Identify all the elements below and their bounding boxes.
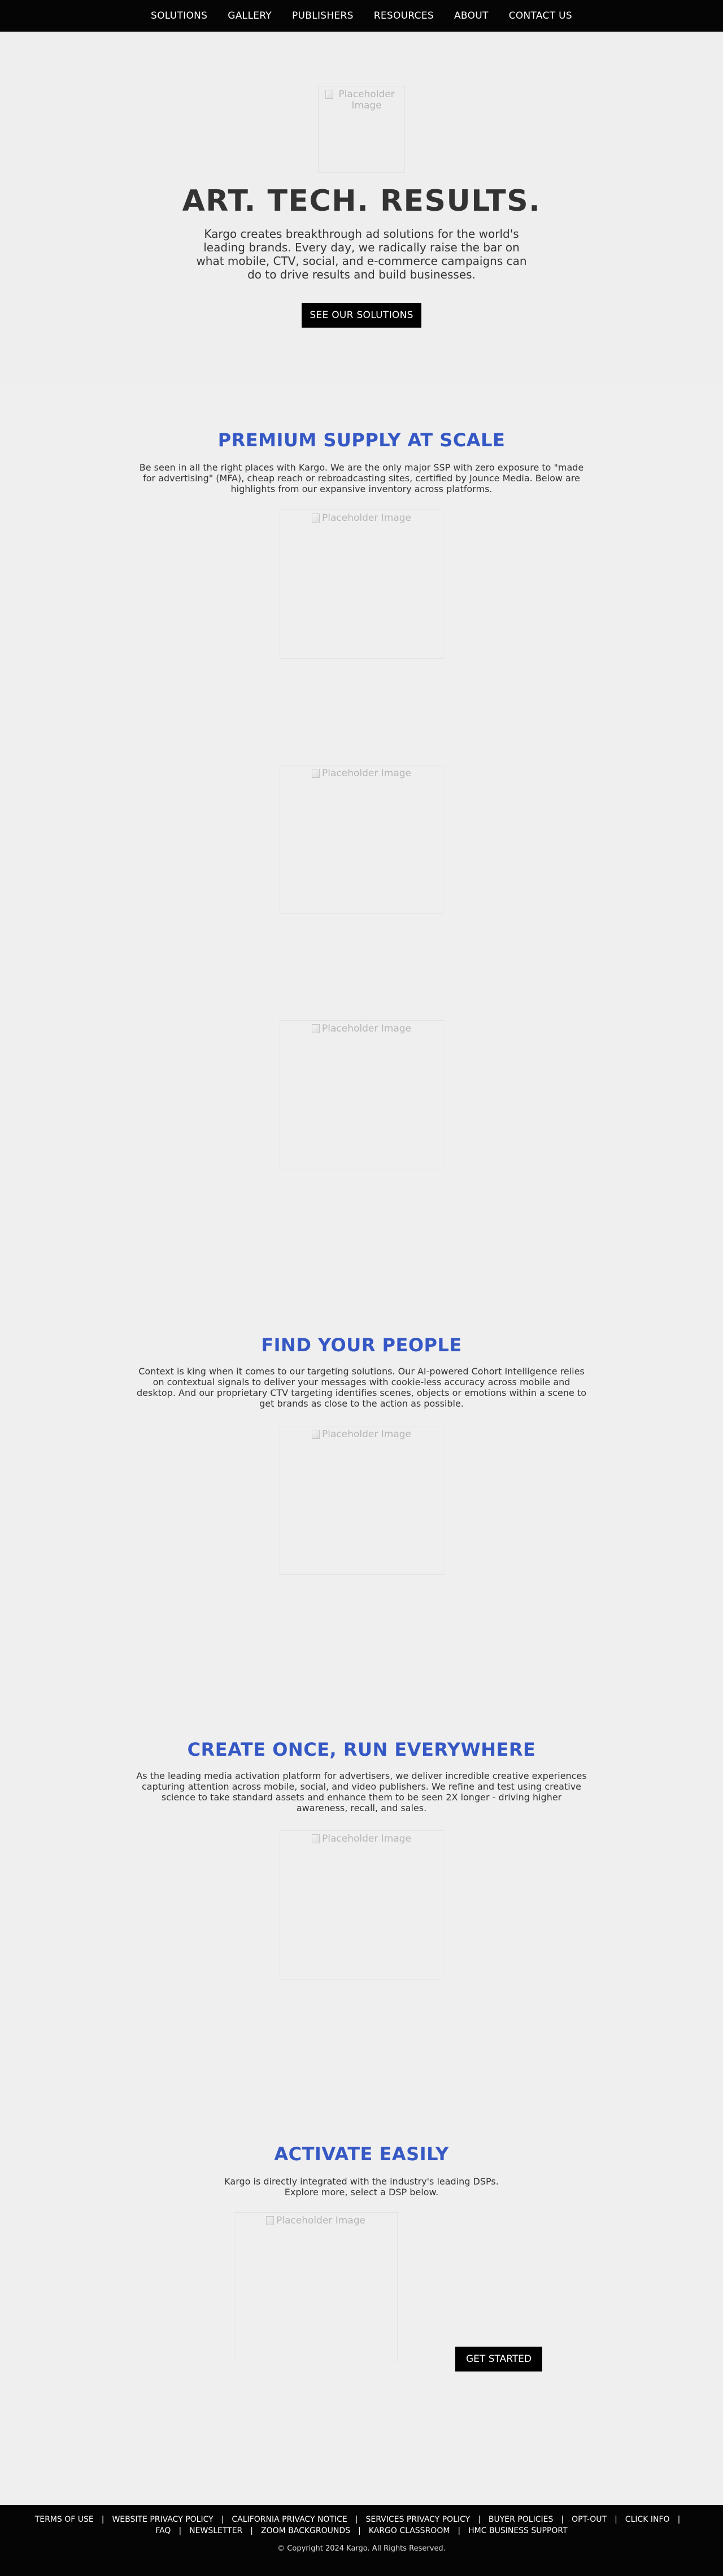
broken-image-icon — [312, 514, 320, 523]
footer-link-opt-out[interactable]: OPT-OUT — [572, 2515, 607, 2524]
find-your-people-image: Placeholder Image — [280, 1426, 443, 1575]
footer-link-hmc-business-support[interactable]: HMC BUSINESS SUPPORT — [468, 2526, 568, 2535]
premium-supply-image-3: Placeholder Image — [280, 1020, 443, 1169]
footer-link-click-info[interactable]: CLICK INFO — [625, 2515, 670, 2524]
placeholder-label: Placeholder Image — [322, 512, 411, 524]
footer: TERMS OF USE | WEBSITE PRIVACY POLICY | CA… — [0, 2505, 723, 2576]
footer-link-faq[interactable]: FAQ — [155, 2526, 171, 2535]
broken-image-icon — [325, 90, 333, 99]
nav-gallery[interactable]: GALLERY — [228, 10, 272, 21]
footer-separator: | — [615, 2515, 617, 2524]
nav-about[interactable]: ABOUT — [454, 10, 489, 21]
footer-link-services-privacy[interactable]: SERVICES PRIVACY POLICY — [365, 2515, 470, 2524]
footer-separator: | — [101, 2515, 104, 2524]
section-title-create-once: CREATE ONCE, RUN EVERYWHERE — [187, 1739, 536, 1760]
footer-separator: | — [478, 2515, 481, 2524]
footer-separator: | — [221, 2515, 224, 2524]
section-text-premium-supply: Be seen in all the right places with Kar… — [139, 462, 584, 494]
broken-image-icon — [312, 1024, 320, 1033]
hero-section: Placeholder Image ART. TECH. RESULTS. Ka… — [0, 32, 723, 384]
footer-links-row-1: TERMS OF USE | WEBSITE PRIVACY POLICY | CA… — [23, 2515, 700, 2524]
broken-image-icon — [312, 1834, 320, 1843]
footer-separator: | — [677, 2515, 681, 2524]
see-our-solutions-button[interactable]: SEE OUR SOLUTIONS — [302, 303, 421, 328]
premium-supply-image-1: Placeholder Image — [280, 510, 443, 659]
hero-text: Kargo creates breakthrough ad solutions … — [196, 227, 527, 281]
footer-links-row-2: FAQ | NEWSLETTER | ZOOM BACKGROUNDS | KARGO… — [23, 2526, 700, 2535]
broken-image-icon — [266, 2216, 274, 2225]
footer-link-buyer-policies[interactable]: BUYER POLICIES — [489, 2515, 553, 2524]
dsp-image-placeholder: Placeholder Image — [234, 2212, 398, 2361]
section-title-activate-easily: ACTIVATE EASILY — [274, 2143, 449, 2165]
section-text-activate-easily: Kargo is directly integrated with the in… — [224, 2176, 499, 2198]
hero-title: ART. TECH. RESULTS. — [182, 184, 541, 218]
placeholder-label: Placeholder Image — [276, 2215, 365, 2226]
copyright: © Copyright 2024 Kargo. All Rights Reser… — [277, 2544, 446, 2553]
broken-image-icon — [312, 1430, 320, 1439]
footer-link-website-privacy[interactable]: WEBSITE PRIVACY POLICY — [112, 2515, 213, 2524]
footer-link-terms[interactable]: TERMS OF USE — [35, 2515, 94, 2524]
get-started-button[interactable]: GET STARTED — [455, 2347, 542, 2372]
footer-separator: | — [178, 2526, 182, 2535]
nav-publishers[interactable]: PUBLISHERS — [292, 10, 354, 21]
footer-separator: | — [250, 2526, 253, 2535]
hero-image-placeholder: Placeholder Image — [318, 86, 405, 173]
footer-link-newsletter[interactable]: NEWSLETTER — [189, 2526, 242, 2535]
section-title-premium-supply: PREMIUM SUPPLY AT SCALE — [217, 429, 506, 451]
placeholder-label: Placeholder Image — [322, 768, 411, 779]
footer-separator: | — [561, 2515, 564, 2524]
nav-solutions[interactable]: SOLUTIONS — [151, 10, 207, 21]
placeholder-label: Placeholder Image — [322, 1023, 411, 1034]
footer-separator: | — [355, 2515, 358, 2524]
create-once-image: Placeholder Image — [280, 1830, 443, 1979]
premium-supply-image-2: Placeholder Image — [280, 765, 443, 914]
footer-separator: | — [458, 2526, 461, 2535]
placeholder-label: Placeholder Image — [322, 1429, 411, 1440]
footer-link-kargo-classroom[interactable]: KARGO CLASSROOM — [369, 2526, 450, 2535]
section-title-find-your-people: FIND YOUR PEOPLE — [261, 1334, 462, 1356]
top-nav: SOLUTIONS GALLERY PUBLISHERS RESOURCES A… — [0, 0, 723, 32]
footer-link-california-privacy[interactable]: CALIFORNIA PRIVACY NOTICE — [232, 2515, 347, 2524]
placeholder-label: Placeholder Image — [322, 1833, 411, 1844]
section-text-find-your-people: Context is king when it comes to our tar… — [137, 1366, 586, 1409]
nav-resources[interactable]: RESOURCES — [374, 10, 434, 21]
placeholder-label: Placeholder Image — [338, 89, 395, 111]
broken-image-icon — [312, 769, 320, 778]
footer-separator: | — [358, 2526, 361, 2535]
nav-contact-us[interactable]: CONTACT US — [509, 10, 572, 21]
footer-link-zoom-backgrounds[interactable]: ZOOM BACKGROUNDS — [261, 2526, 350, 2535]
section-text-create-once: As the leading media activation platform… — [136, 1770, 587, 1813]
